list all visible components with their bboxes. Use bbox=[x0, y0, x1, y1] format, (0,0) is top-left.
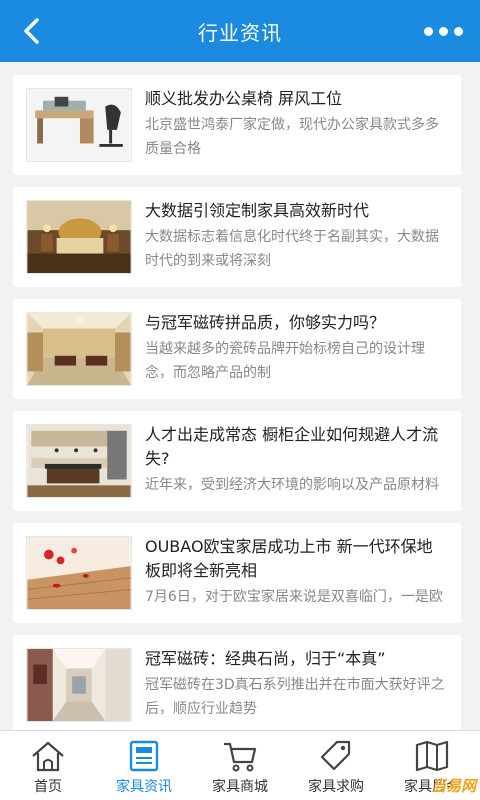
bottom-tab-bar: 首页 家具资讯 家具商城 家具求购 家具展会 当易网 bbox=[0, 730, 480, 800]
article-card[interactable]: 顺义批发办公桌椅 屏风工位 北京盛世鸿泰厂家定做，现代办公家具款式多多质量合格 bbox=[13, 75, 461, 175]
article-card[interactable]: 与冠军磁砖拼品质，你够实力吗？ 当越来越多的瓷砖品牌开始标榜自己的设计理念，而忽… bbox=[13, 299, 461, 399]
article-card[interactable]: 人才出走成常态 橱柜企业如何规避人才流失? 近年来，受到经济大环境的影响以及产品… bbox=[13, 411, 461, 511]
article-title: 与冠军磁砖拼品质，你够实力吗？ bbox=[145, 313, 386, 332]
tab-label: 家具资讯 bbox=[116, 779, 172, 795]
article-summary: 当越来越多的瓷砖品牌开始标榜自己的设计理念，而忽略产品的制 bbox=[145, 341, 425, 381]
living-room-image bbox=[27, 313, 131, 385]
app-header: 行业资讯 bbox=[0, 0, 480, 62]
article-thumbnail bbox=[26, 88, 132, 162]
article-summary: 北京盛世鸿泰厂家定做，现代办公家具款式多多质量合格 bbox=[145, 117, 439, 157]
article-title: 顺义批发办公桌椅 屏风工位 bbox=[145, 89, 343, 108]
article-title: OUBAO欧宝家居成功上市 新一代环保地板即将全新亮相 bbox=[145, 537, 433, 580]
article-list: 顺义批发办公桌椅 屏风工位 北京盛世鸿泰厂家定做，现代办公家具款式多多质量合格 … bbox=[0, 62, 480, 730]
article-summary: 大数据标志着信息化时代终于名副其实，大数据时代的到来或将深刻 bbox=[145, 229, 439, 269]
tab-home[interactable]: 首页 bbox=[0, 731, 96, 800]
tab-furniture-news[interactable]: 家具资讯 bbox=[96, 731, 192, 800]
more-button[interactable] bbox=[420, 16, 466, 46]
tag-icon bbox=[320, 740, 351, 771]
article-thumbnail bbox=[26, 648, 132, 722]
more-dot bbox=[453, 26, 463, 36]
article-thumbnail bbox=[26, 536, 132, 610]
home-icon bbox=[32, 741, 64, 772]
article-card[interactable]: 冠军磁砖：经典石尚，归于“本真” 冠军磁砖在3D真石系列推出并在市面大获好评之后… bbox=[13, 635, 461, 730]
more-dot bbox=[423, 26, 433, 36]
wood-floor-image bbox=[27, 537, 131, 609]
kitchen-image bbox=[27, 425, 131, 497]
article-title: 人才出走成常态 橱柜企业如何规避人才流失? bbox=[145, 425, 439, 468]
tab-label: 家具商城 bbox=[212, 779, 268, 795]
article-title: 冠军磁砖：经典石尚，归于“本真” bbox=[145, 649, 386, 668]
tab-furniture-mall[interactable]: 家具商城 bbox=[192, 731, 288, 800]
chevron-left-icon bbox=[24, 18, 39, 44]
article-summary: 7月6日，对于欧宝家居来说是双喜临门，一是欧宝继推出生物蜡 bbox=[145, 589, 443, 605]
back-button[interactable] bbox=[14, 14, 48, 48]
article-summary: 近年来，受到经济大环境的影响以及产品原材料价格的上涨，橱柜 bbox=[145, 477, 439, 493]
article-thumbnail bbox=[26, 424, 132, 498]
tab-furniture-wanted[interactable]: 家具求购 bbox=[288, 731, 384, 800]
bedroom-image bbox=[27, 201, 131, 273]
tab-label: 首页 bbox=[34, 779, 62, 795]
map-icon bbox=[415, 740, 449, 772]
cart-icon bbox=[224, 742, 257, 772]
office-furniture-image bbox=[27, 89, 131, 161]
article-title: 大数据引领定制家具高效新时代 bbox=[145, 201, 370, 220]
article-thumbnail bbox=[26, 200, 132, 274]
article-card[interactable]: 大数据引领定制家具高效新时代 大数据标志着信息化时代终于名副其实，大数据时代的到… bbox=[13, 187, 461, 287]
tab-label: 家具求购 bbox=[308, 779, 364, 795]
news-icon bbox=[129, 740, 159, 772]
article-card[interactable]: OUBAO欧宝家居成功上市 新一代环保地板即将全新亮相 7月6日，对于欧宝家居来… bbox=[13, 523, 461, 623]
article-summary: 冠军磁砖在3D真石系列推出并在市面大获好评之后，顺应行业趋势 bbox=[145, 677, 445, 717]
watermark-logo: 当易网 bbox=[430, 777, 476, 795]
more-dot bbox=[438, 26, 448, 36]
page-title: 行业资讯 bbox=[198, 20, 282, 45]
hallway-image bbox=[27, 649, 131, 721]
article-thumbnail bbox=[26, 312, 132, 386]
